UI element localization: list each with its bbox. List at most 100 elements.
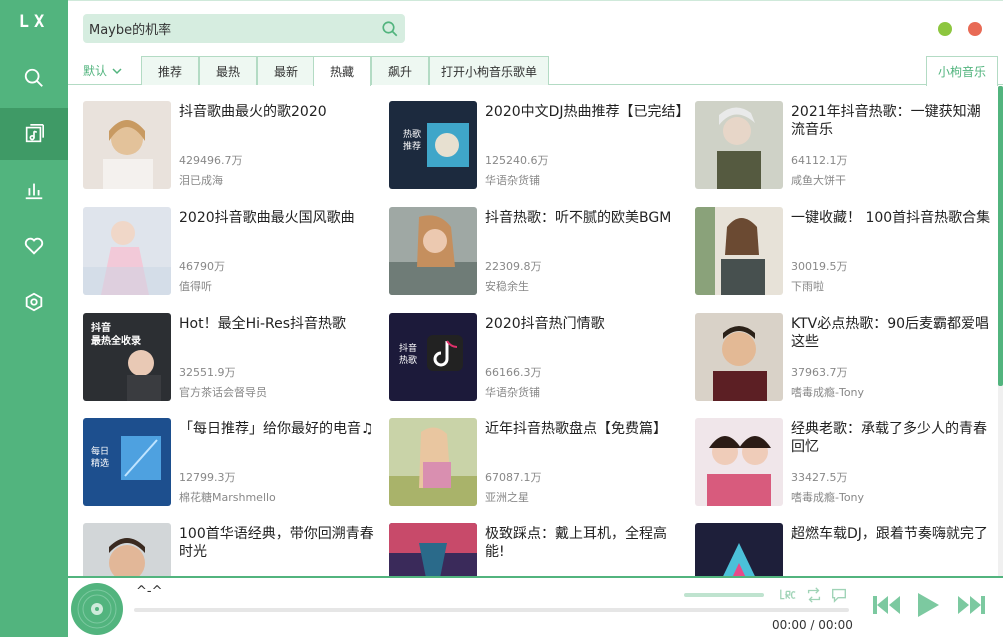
playlist-card[interactable]: 一键收藏！ 100首抖音热歌合集 30019.5万 下雨啦 xyxy=(695,207,995,297)
playlist-card[interactable]: 超燃车载DJ，跟着节奏嗨就完了 xyxy=(695,523,995,576)
repeat-icon[interactable] xyxy=(805,586,823,604)
sidebar-item-favorites[interactable] xyxy=(0,220,68,272)
cover-text: 推荐 xyxy=(403,140,421,152)
sidebar-item-songlist[interactable] xyxy=(0,108,68,160)
tab-rising[interactable]: 飙升 xyxy=(371,56,429,85)
playlist-cover xyxy=(83,207,171,295)
playlist-title: 一键收藏！ 100首抖音热歌合集 xyxy=(791,210,991,226)
playlist-play-count: 37963.7万 xyxy=(791,366,848,379)
playlist-cover: 抖音 最热全收录 xyxy=(83,313,171,401)
playlist-card[interactable]: 经典老歌：承载了多少人的青春回忆 33427.5万 嗜毒成瘾-Tony xyxy=(695,418,995,508)
volume-slider[interactable] xyxy=(684,593,764,597)
cover-text: 热歌 xyxy=(399,354,417,366)
playlist-card[interactable]: 2020抖音歌曲最火国风歌曲 46790万 值得听 xyxy=(83,207,383,297)
playlist-title: 极致踩点：戴上耳机，全程高能! xyxy=(485,526,667,560)
leaderboard-icon xyxy=(25,183,43,200)
playlist-author: 安稳余生 xyxy=(485,280,529,293)
playlist-card[interactable]: 100首华语经典，带你回溯青春时光 xyxy=(83,523,383,576)
playlist-author: 值得听 xyxy=(179,280,212,293)
lyric-icon[interactable] xyxy=(779,586,797,604)
play-icon[interactable] xyxy=(915,591,941,619)
playlist-author: 下雨啦 xyxy=(791,280,824,293)
playlist-author: 华语杂货铺 xyxy=(485,386,540,399)
sidebar-item-settings[interactable] xyxy=(0,276,68,328)
playlist-author: 咸鱼大饼干 xyxy=(791,174,846,187)
playlist-author: 泪已成海 xyxy=(179,174,223,187)
playlist-cover xyxy=(83,101,171,189)
search-icon[interactable] xyxy=(381,20,399,38)
playlist-author: 华语杂货铺 xyxy=(485,174,540,187)
playlist-title: 2020抖音热门情歌 xyxy=(485,316,605,332)
playlist-title: 抖音热歌：听不腻的欧美BGM xyxy=(485,210,672,226)
tab-newest[interactable]: 最新 xyxy=(257,56,315,85)
playlist-title: KTV必点热歌：90后麦霸都爱唱这些 xyxy=(791,316,990,350)
playlist-card[interactable]: 2021年抖音热歌：一键获知潮流音乐 64112.1万 咸鱼大饼干 xyxy=(695,101,995,191)
playlist-card[interactable]: 极致踩点：戴上耳机，全程高能! xyxy=(389,523,689,576)
scrollbar[interactable] xyxy=(998,86,1003,576)
comment-icon[interactable] xyxy=(830,586,848,604)
play-time: 00:00 / 00:00 xyxy=(772,618,853,632)
playlist-play-count: 22309.8万 xyxy=(485,260,542,273)
cover-text: 抖音 xyxy=(91,321,111,334)
playlist-play-count: 12799.3万 xyxy=(179,471,236,484)
playlist-card[interactable]: 近年抖音热歌盘点【免费篇】 67087.1万 亚洲之星 xyxy=(389,418,689,508)
sidebar-item-search[interactable] xyxy=(0,52,68,104)
main-panel: 默认 推荐 最热 最新 热藏 飙升 打开小枸音乐歌单 小枸音乐 抖音歌曲最火的歌… xyxy=(68,0,1003,637)
song-name: ^-^ xyxy=(136,584,163,599)
playlist-cover xyxy=(389,207,477,295)
playlist-play-count: 429496.7万 xyxy=(179,154,243,167)
tab-hot-collect[interactable]: 热藏 xyxy=(313,56,371,86)
cover-text: 最热全收录 xyxy=(91,334,141,347)
playlist-cover xyxy=(389,523,477,576)
source-select[interactable]: 小枸音乐 xyxy=(926,56,998,86)
previous-icon[interactable] xyxy=(872,594,902,616)
songlist-icon xyxy=(25,124,44,143)
playlist-card[interactable]: 热歌 推荐 2020中文DJ热曲推荐【已完结】 125240.6万 华语杂货铺 xyxy=(389,101,690,191)
sort-select-label: 默认 xyxy=(83,64,108,78)
next-icon[interactable] xyxy=(956,594,986,616)
playlist-title: 2020抖音歌曲最火国风歌曲 xyxy=(179,210,355,226)
playlist-play-count: 33427.5万 xyxy=(791,471,848,484)
playlist-card[interactable]: 抖音热歌：听不腻的欧美BGM 22309.8万 安稳余生 xyxy=(389,207,689,297)
playlist-cover xyxy=(695,101,783,189)
tabs-row: 默认 推荐 最热 最新 热藏 飙升 打开小枸音乐歌单 小枸音乐 xyxy=(68,56,1003,86)
playlist-cover xyxy=(389,418,477,506)
playlist-author: 亚洲之星 xyxy=(485,491,529,504)
playlist-author: 棉花糖Marshmello xyxy=(179,491,276,504)
cover-text: 每日 xyxy=(91,445,109,457)
playlist-play-count: 64112.1万 xyxy=(791,154,848,167)
playlist-play-count: 32551.9万 xyxy=(179,366,236,379)
playlist-title: 100首华语经典，带你回溯青春时光 xyxy=(179,526,374,560)
playlist-title: 超燃车载DJ，跟着节奏嗨就完了 xyxy=(791,526,988,542)
sort-select[interactable]: 默认 xyxy=(73,56,137,85)
playlist-cover xyxy=(83,523,171,576)
settings-icon xyxy=(25,292,43,312)
close-button[interactable] xyxy=(968,22,982,36)
playlist-title: Hot！最全Hi-Res抖音热歌 xyxy=(179,316,347,332)
playlist-title: 「每日推荐」给你最好的电音♫ xyxy=(179,421,374,437)
cover-text: 精选 xyxy=(91,457,109,469)
tab-open-playlist[interactable]: 打开小枸音乐歌单 xyxy=(429,56,549,85)
playlist-card[interactable]: 抖音 热歌 2020抖音热门情歌 66166.3万 华语杂货铺 xyxy=(389,313,689,403)
progress-bar[interactable] xyxy=(134,608,849,612)
playlist-author: 嗜毒成瘾-Tony xyxy=(791,386,865,399)
tab-recommend[interactable]: 推荐 xyxy=(141,56,199,85)
album-disc-icon[interactable] xyxy=(70,582,124,636)
playlist-cover: 热歌 推荐 xyxy=(389,101,477,189)
playlist-cover xyxy=(695,207,783,295)
playlist-author: 嗜毒成瘾-Tony xyxy=(791,491,865,504)
scrollbar-thumb[interactable] xyxy=(998,86,1003,386)
search-box xyxy=(83,14,405,43)
player-bar: ^-^ 00:00 / 00:00 xyxy=(68,576,1003,637)
playlist-card[interactable]: 每日 精选 「每日推荐」给你最好的电音♫ 12799.3万 棉花糖Marshme… xyxy=(83,418,383,508)
tab-hottest[interactable]: 最热 xyxy=(199,56,257,85)
minimize-button[interactable] xyxy=(938,22,952,36)
playlist-play-count: 125240.6万 xyxy=(485,154,549,167)
playlist-title: 抖音歌曲最火的歌2020 xyxy=(179,104,327,120)
sidebar-item-leaderboard[interactable] xyxy=(0,164,68,216)
playlist-card[interactable]: 抖音歌曲最火的歌2020 429496.7万 泪已成海 xyxy=(83,101,383,191)
playlist-play-count: 30019.5万 xyxy=(791,260,848,273)
playlist-card[interactable]: 抖音 最热全收录 Hot！最全Hi-Res抖音热歌 32551.9万 官方茶话会… xyxy=(83,313,383,403)
search-input[interactable] xyxy=(83,14,373,43)
playlist-card[interactable]: KTV必点热歌：90后麦霸都爱唱这些 37963.7万 嗜毒成瘾-Tony xyxy=(695,313,995,403)
